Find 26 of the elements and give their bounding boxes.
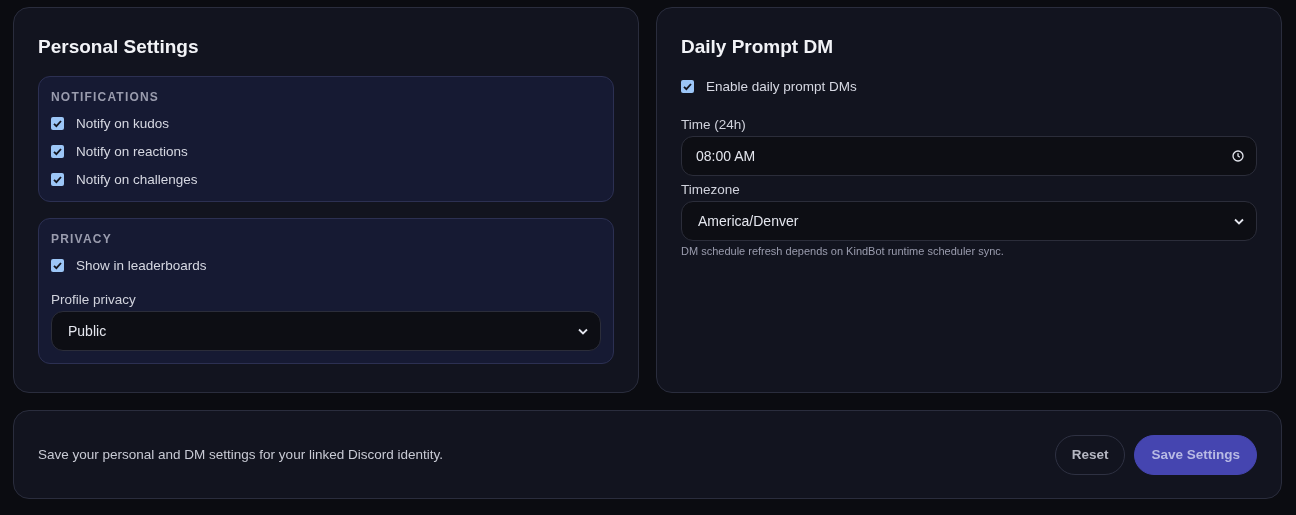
- checkbox[interactable]: [51, 172, 64, 186]
- footer-text: Save your personal and DM settings for your linked Discord identity.: [38, 447, 443, 462]
- card-title: Daily Prompt DM: [681, 35, 835, 59]
- field-label: Profile privacy: [51, 292, 137, 308]
- select-field[interactable]: Public: [51, 311, 601, 351]
- clock-icon: [1232, 150, 1244, 162]
- chevron-down-icon: [578, 327, 588, 335]
- checkbox-label: Notify on challenges: [76, 171, 198, 187]
- group-heading: PRIVACY: [51, 231, 113, 247]
- group-heading: NOTIFICATIONS: [51, 89, 161, 105]
- checkbox-label: Notify on reactions: [76, 143, 188, 159]
- chevron-down-icon: [1234, 217, 1244, 225]
- checkbox[interactable]: [51, 258, 64, 272]
- checkbox-label: Show in leaderboards: [76, 257, 207, 273]
- checkbox[interactable]: [51, 144, 64, 158]
- field-label: Timezone: [681, 182, 741, 198]
- checkbox-label: Notify on kudos: [76, 115, 170, 131]
- checkbox-label: Enable daily prompt DMs: [706, 78, 857, 94]
- card-title: Personal Settings: [38, 35, 200, 59]
- field-label: Time (24h): [681, 117, 747, 133]
- save-button[interactable]: Save Settings: [1134, 434, 1257, 475]
- time-field[interactable]: 08:00 AM: [681, 136, 1257, 176]
- hint-text: DM schedule refresh depends on KindBot runtime scheduler sync.: [681, 244, 1005, 258]
- select-field[interactable]: America/Denver: [681, 201, 1257, 241]
- checkbox[interactable]: [681, 79, 694, 93]
- checkbox[interactable]: [51, 116, 64, 130]
